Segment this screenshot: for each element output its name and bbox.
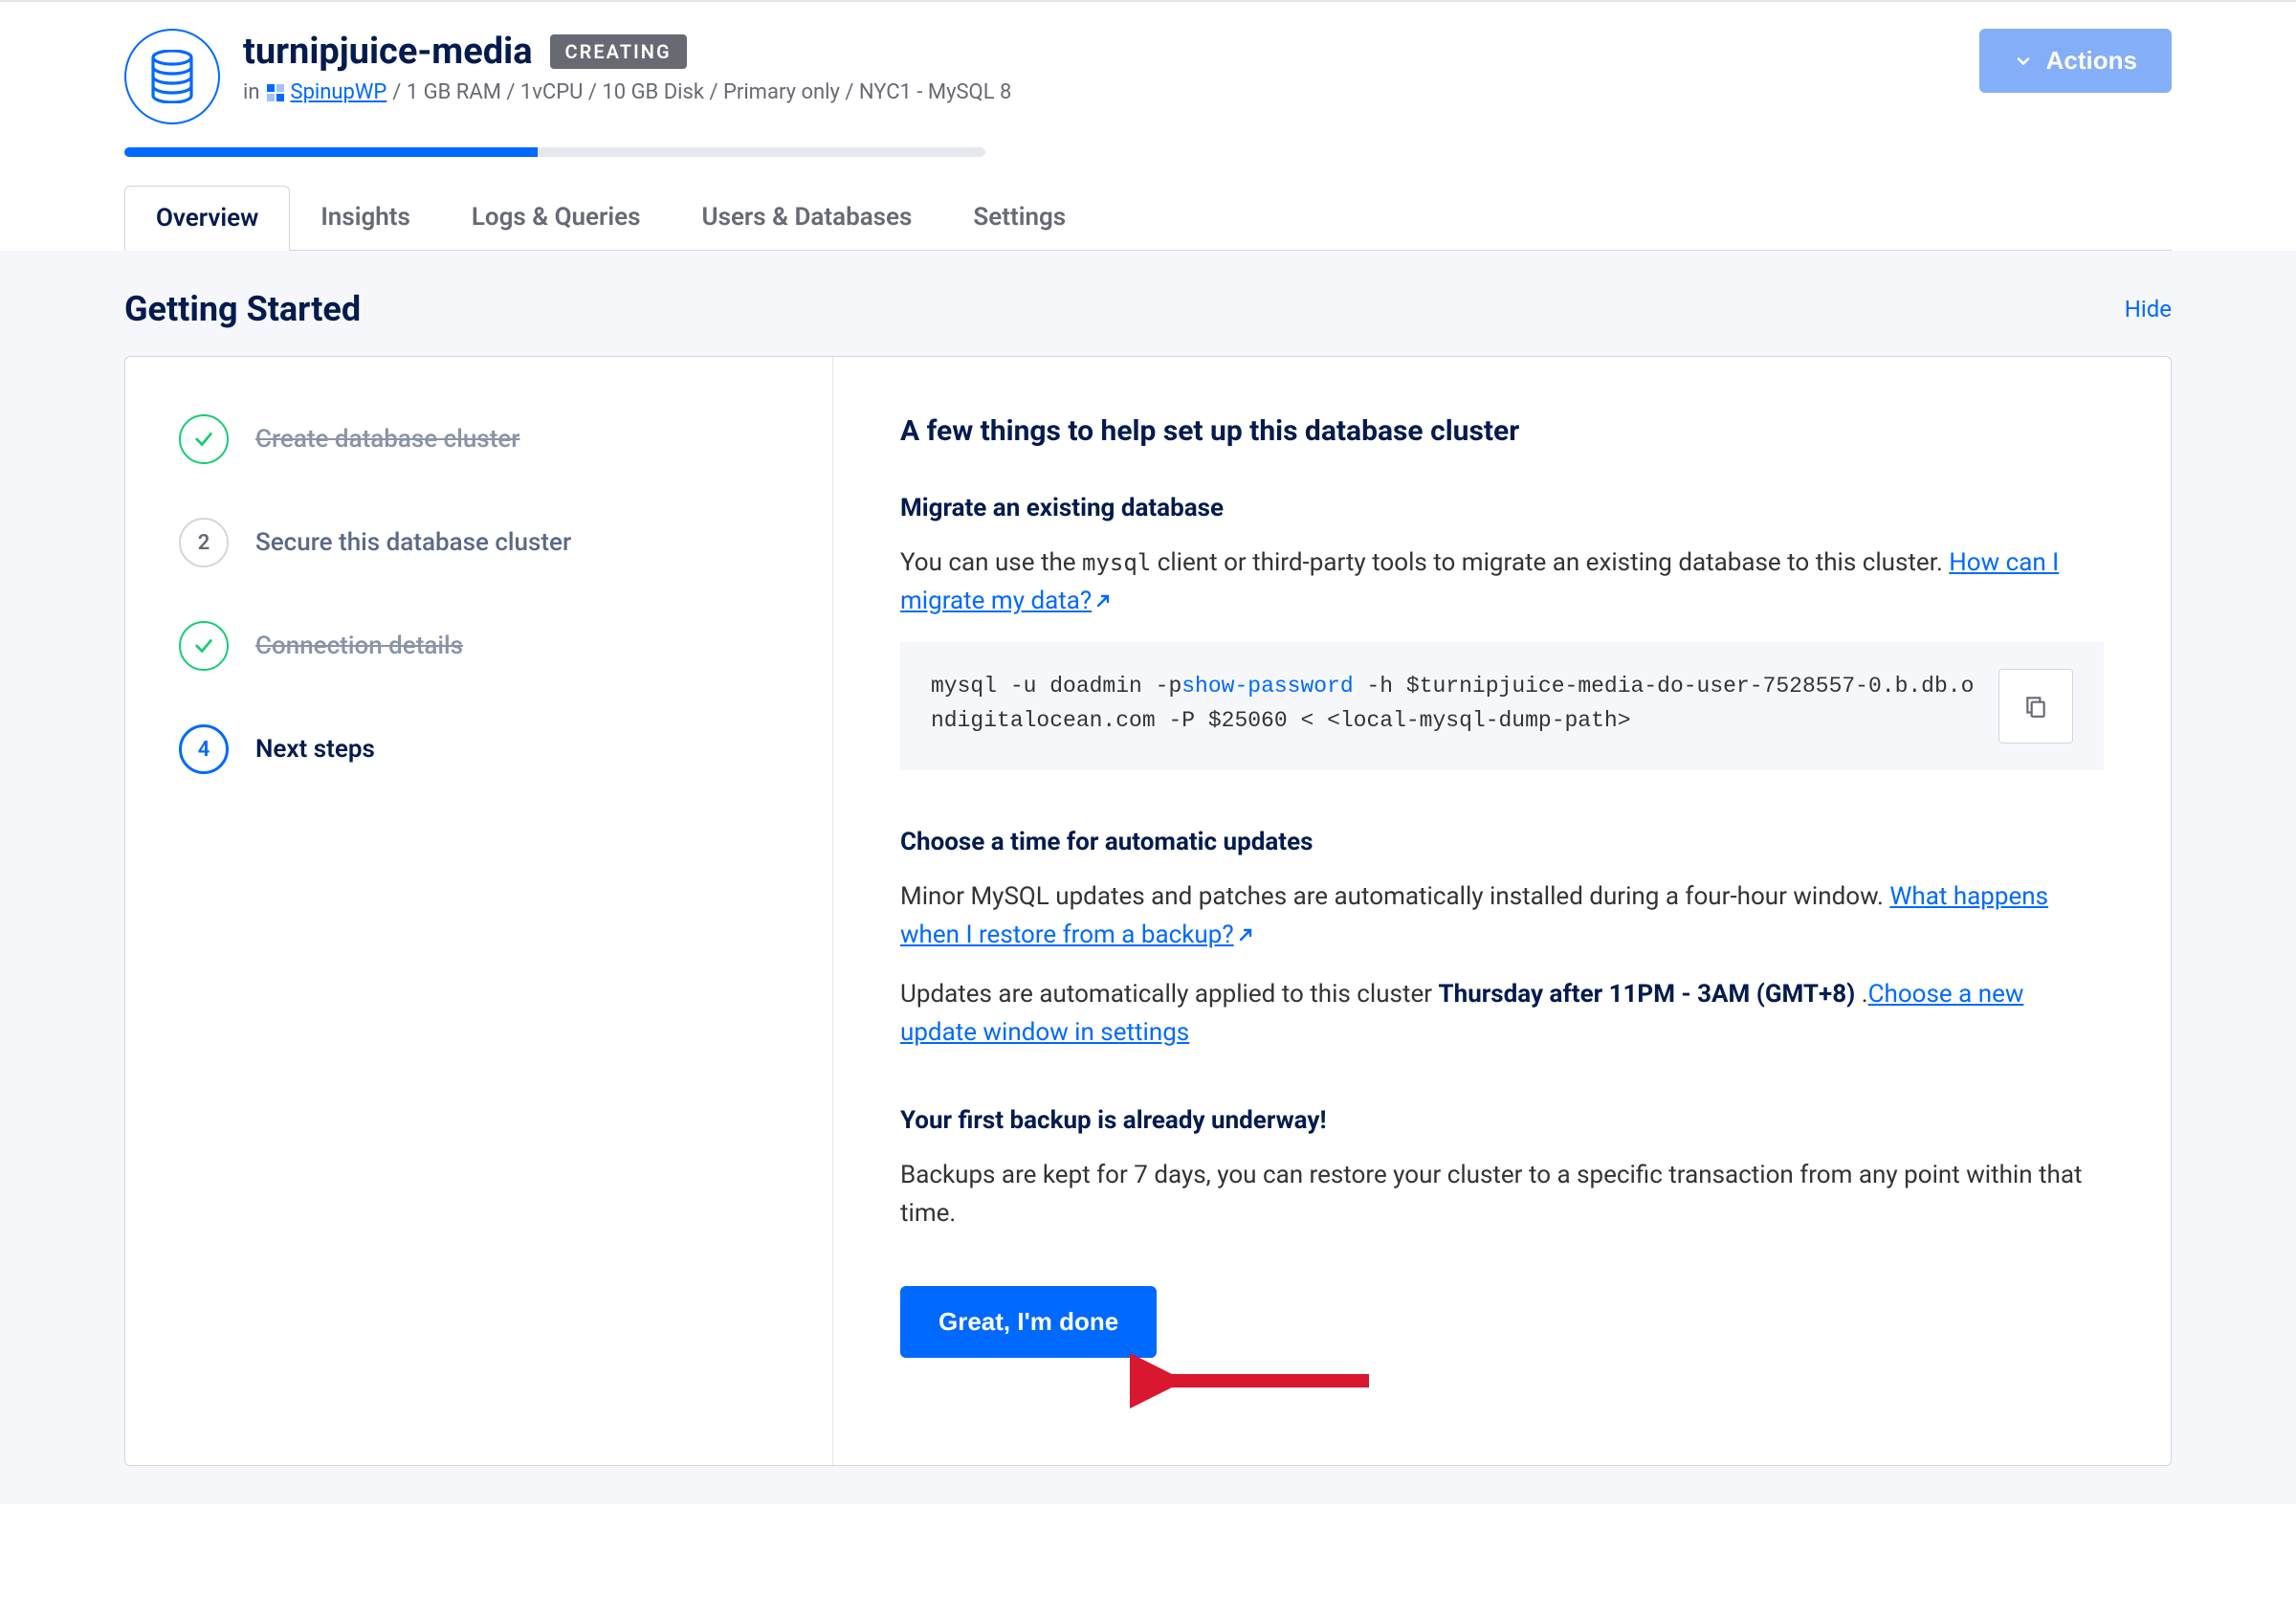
step-item[interactable]: Connection details	[179, 621, 779, 671]
updates-title: Choose a time for automatic updates	[900, 828, 2104, 856]
main-heading: A few things to help set up this databas…	[900, 414, 2104, 448]
tab-overview[interactable]: Overview	[124, 186, 290, 251]
database-title: turnipjuice-media	[243, 31, 533, 73]
section-title: Getting Started	[124, 289, 361, 329]
step-label: Create database cluster	[255, 425, 519, 454]
database-icon	[124, 29, 220, 124]
migrate-text: You can use the mysql client or third-pa…	[900, 544, 2104, 621]
step-item[interactable]: 2 Secure this database cluster	[179, 518, 779, 567]
step-label: Secure this database cluster	[255, 528, 571, 557]
updates-p2: Updates are automatically applied to thi…	[900, 975, 2104, 1053]
tab-insights[interactable]: Insights	[290, 186, 441, 250]
migrate-title: Migrate an existing database	[900, 494, 2104, 522]
step-number: 4	[179, 724, 229, 774]
backup-text: Backups are kept for 7 days, you can res…	[900, 1156, 2104, 1233]
status-badge: CREATING	[550, 34, 687, 69]
check-icon	[179, 621, 229, 671]
copy-button[interactable]	[1998, 669, 2073, 744]
show-password-link[interactable]: show-password	[1181, 674, 1353, 699]
progress-fill	[124, 147, 538, 157]
step-label: Connection details	[255, 632, 463, 660]
hide-link[interactable]: Hide	[2125, 296, 2172, 322]
copy-icon	[2023, 694, 2048, 719]
project-icon	[266, 83, 285, 102]
main-content: A few things to help set up this databas…	[833, 357, 2171, 1465]
step-number: 2	[179, 518, 229, 567]
backup-title: Your first backup is already underway!	[900, 1106, 2104, 1135]
project-link[interactable]: SpinupWP	[291, 80, 387, 104]
done-button[interactable]: Great, I'm done	[900, 1286, 1157, 1358]
external-link-icon	[1238, 916, 1253, 931]
check-icon	[179, 414, 229, 464]
tab-logs-queries[interactable]: Logs & Queries	[441, 186, 672, 250]
code-block: mysql -u doadmin -pshow-password -h $tur…	[900, 642, 2104, 770]
annotation-arrow	[1130, 1333, 1398, 1429]
steps-sidebar: Create database cluster 2 Secure this data…	[125, 357, 833, 1465]
chevron-down-icon	[2014, 52, 2033, 71]
progress-bar	[124, 147, 985, 157]
external-link-icon	[1095, 582, 1111, 597]
tabs: OverviewInsightsLogs & QueriesUsers & Da…	[124, 186, 2172, 251]
actions-button[interactable]: Actions	[1979, 29, 2172, 93]
tab-users-databases[interactable]: Users & Databases	[672, 186, 943, 250]
step-label: Next steps	[255, 735, 375, 764]
step-item[interactable]: 4 Next steps	[179, 724, 779, 774]
database-meta: in SpinupWP / 1 GB RAM / 1vCPU / 10 GB D…	[243, 80, 1011, 104]
updates-p1: Minor MySQL updates and patches are auto…	[900, 877, 2104, 955]
tab-settings[interactable]: Settings	[942, 186, 1096, 250]
step-item[interactable]: Create database cluster	[179, 414, 779, 464]
